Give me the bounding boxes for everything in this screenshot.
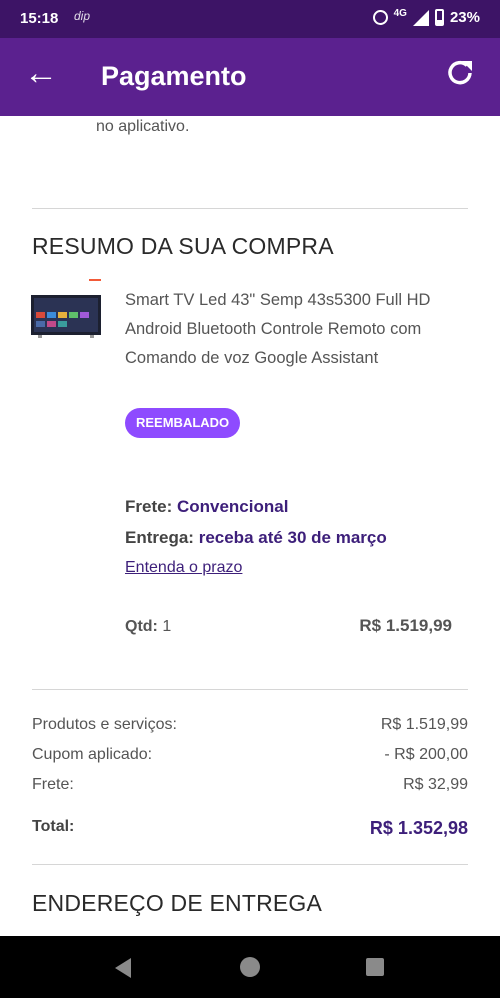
frete-label: Frete: [125,497,173,516]
row-label: Produtos e serviços: [32,716,177,733]
entenda-prazo-link[interactable]: Entenda o prazo [125,559,242,577]
row-value: R$ 1.519,99 [380,716,468,733]
carrier-icon: dip [74,9,91,23]
summary-row-frete: Frete: R$ 32,99 [32,776,468,794]
reembalado-badge: REEMBALADO [125,408,241,438]
row-value: R$ 32,99 [403,776,468,793]
alarm-icon [372,10,388,25]
entrega-label: Entrega: [125,528,194,547]
network-type: 4G [393,8,407,19]
app-header: ← Pagamento [0,38,500,116]
total-label: Total: [32,818,75,835]
qty-value: 1 [162,618,172,635]
battery-icon [434,9,444,26]
divider [32,864,468,865]
item-price: R$ 1.519,99 [359,616,452,635]
address-title: ENDEREÇO DE ENTREGA [32,890,323,916]
signal-icon [412,9,429,26]
clock: 15:18 [20,10,59,27]
qty-label: Qtd: [125,618,158,635]
entrega-line: Entrega: receba até 30 de março [125,528,387,548]
android-nav-bar [0,936,500,998]
quantity: Qtd: 1 [125,618,171,636]
total-value: R$ 1.352,98 [369,818,468,838]
status-bar: 15:18 dip 4G 23% [0,0,500,38]
product-image [31,279,101,338]
nav-recent-apps-icon[interactable] [366,958,384,976]
row-value: - R$ 200,00 [384,746,468,763]
entrega-value: receba até 30 de março [198,528,387,547]
summary-row-cupom: Cupom aplicado: - R$ 200,00 [32,746,468,764]
frete-value: Convencional [176,497,289,516]
row-label: Frete: [32,776,74,793]
note-text: no aplicativo. [96,118,190,135]
divider [32,689,468,690]
summary-title: RESUMO DA SUA COMPRA [32,233,334,259]
row-label: Cupom aplicado: [32,746,153,763]
summary-row-total: Total: R$ 1.352,98 [32,818,468,838]
back-arrow-icon[interactable]: ← [24,56,58,90]
frete-line: Frete: Convencional [125,497,288,517]
product-name[interactable]: Smart TV Led 43" Semp 43s5300 Full HD An… [125,286,470,373]
summary-row-produtos: Produtos e serviços: R$ 1.519,99 [32,716,468,734]
divider [32,208,468,209]
page-title: Pagamento [101,61,247,91]
nav-home-icon[interactable] [240,957,260,977]
nav-back-icon[interactable] [115,958,131,978]
status-icons: 4G 23% [372,8,480,26]
refresh-icon[interactable] [442,55,478,96]
battery-level: 23% [449,9,480,26]
